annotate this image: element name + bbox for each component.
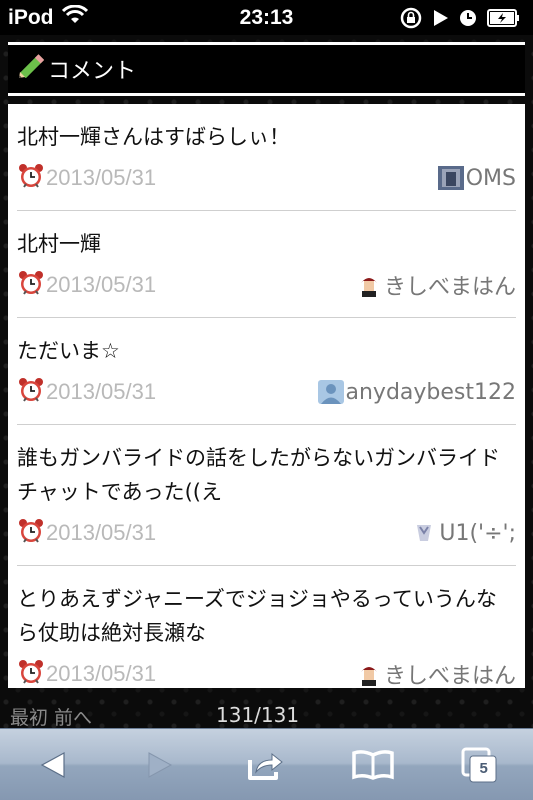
comment-user[interactable]: きしべまはん	[355, 269, 516, 301]
user-name[interactable]: きしべまはん	[384, 658, 516, 688]
comment-text: 北村一輝	[17, 232, 101, 256]
user-name[interactable]: きしべまはん	[384, 269, 516, 301]
status-bar: iPod 23:13	[0, 0, 533, 35]
comment-text: ただいま☆	[17, 339, 120, 363]
comment-user[interactable]: U1('÷';	[411, 521, 516, 546]
page-count: 131/131	[216, 703, 300, 727]
comment-date: 2013/05/31	[46, 379, 157, 404]
bookmarks-book-icon	[352, 749, 394, 780]
comment-panel-header: コメント	[8, 42, 525, 96]
back-button[interactable]	[23, 735, 83, 795]
comment-date: 2013/05/31	[46, 661, 157, 686]
comment-user[interactable]: きしべまはん	[355, 658, 516, 688]
comment-item: 誰もガンバライドの話をしたがらないガンバライドチャットであった((え 2013/…	[17, 425, 516, 566]
pencil-icon	[16, 53, 45, 85]
comment-date: 2013/05/31	[46, 520, 157, 545]
first-page-link[interactable]: 最初	[10, 707, 48, 729]
carrier-label: iPod	[8, 5, 54, 29]
orientation-lock-icon	[399, 6, 423, 30]
pager: 最初 前へ 131/131	[0, 703, 533, 729]
tab-count-badge: 5	[479, 759, 488, 777]
user-name[interactable]: OMS	[466, 166, 516, 191]
comment-date: 2013/05/31	[46, 272, 157, 297]
prev-page-link[interactable]: 前へ	[54, 707, 92, 729]
browser-toolbar: 5	[0, 728, 533, 800]
alarm-clock-icon	[17, 376, 45, 408]
alarm-clock-icon	[17, 517, 45, 549]
wifi-icon	[61, 4, 88, 31]
share-button[interactable]	[236, 735, 296, 795]
comment-date: 2013/05/31	[46, 165, 157, 190]
comment-item: とりあえずジャニーズでジョジョやるっていうんなら仗助は絶対長瀬な 2013/05…	[17, 566, 516, 688]
alarm-clock-icon	[17, 658, 45, 688]
comment-text: とりあえずジャニーズでジョジョやるっていうんなら仗助は絶対長瀬な	[17, 587, 497, 645]
alarm-clock-icon	[17, 162, 45, 194]
bookmarks-button[interactable]	[343, 735, 403, 795]
battery-icon	[487, 8, 521, 27]
panel-title: コメント	[48, 59, 137, 84]
comment-item: ただいま☆ 2013/05/31 anydaybest122	[17, 318, 516, 425]
comment-list: 北村一輝さんはすばらしぃ！ 2013/05/31 OMS 北村一輝 2013/0…	[8, 104, 525, 688]
user-avatar	[355, 273, 382, 297]
default-avatar-icon	[317, 380, 344, 404]
alarm-clock-icon	[17, 269, 45, 301]
play-icon	[433, 9, 449, 27]
back-arrow-icon	[41, 751, 65, 778]
comment-item: 北村一輝さんはすばらしぃ！ 2013/05/31 OMS	[17, 104, 516, 211]
tabs-button[interactable]: 5	[450, 735, 510, 795]
user-name[interactable]: anydaybest122	[346, 380, 517, 405]
alarm-icon	[459, 9, 477, 27]
comment-user[interactable]: anydaybest122	[317, 380, 517, 405]
comment-item: 北村一輝 2013/05/31 きしべまはん	[17, 211, 516, 318]
share-icon	[248, 752, 284, 780]
user-avatar	[437, 166, 464, 190]
comment-text: 誰もガンバライドの話をしたがらないガンバライドチャットであった((え	[17, 446, 500, 504]
forward-arrow-icon	[148, 751, 172, 778]
user-avatar	[355, 662, 382, 686]
user-avatar	[411, 521, 438, 545]
comment-text: 北村一輝さんはすばらしぃ！	[17, 125, 290, 149]
user-name[interactable]: U1('÷';	[439, 521, 516, 546]
comment-user[interactable]: OMS	[437, 166, 516, 191]
forward-button[interactable]	[130, 735, 190, 795]
